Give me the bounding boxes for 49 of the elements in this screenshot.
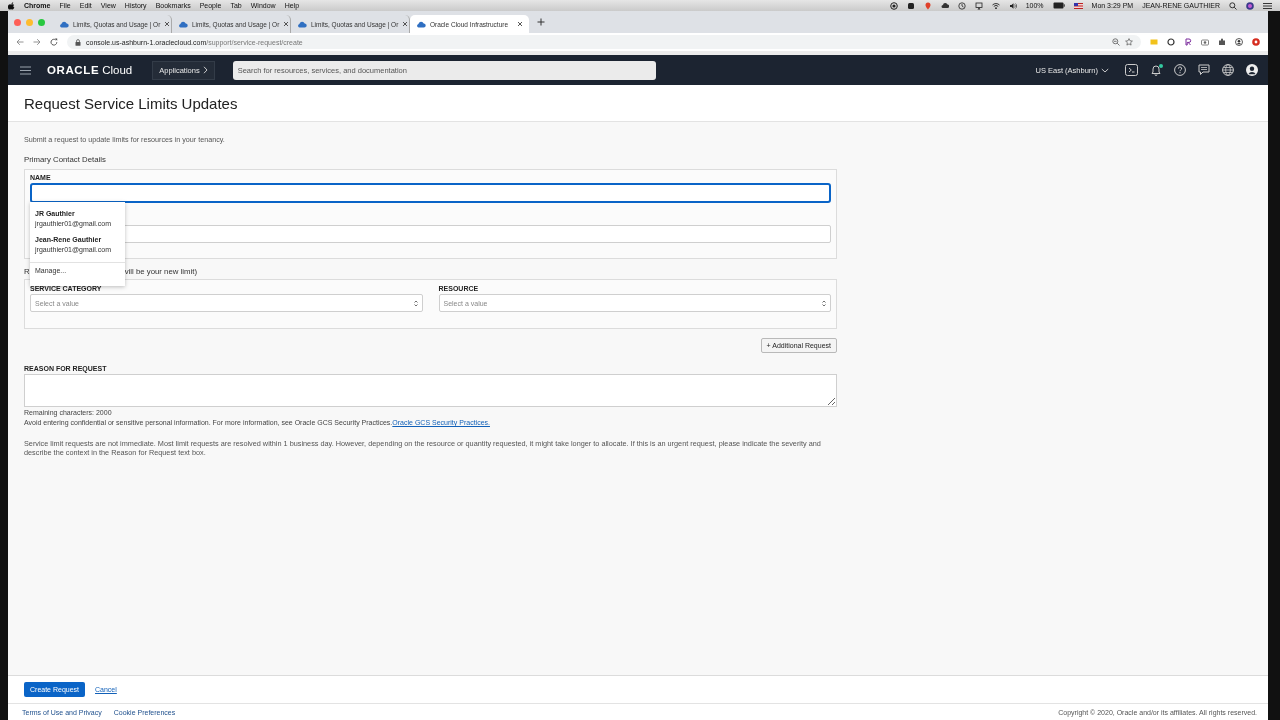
puzzle-icon[interactable] bbox=[1218, 38, 1226, 46]
cloud-icon bbox=[59, 20, 69, 28]
pin-icon[interactable] bbox=[923, 1, 932, 10]
oracle-cloud-logo[interactable]: ORACLE Cloud bbox=[47, 64, 133, 76]
new-tab-icon[interactable] bbox=[537, 18, 545, 26]
reason-field[interactable] bbox=[24, 374, 837, 407]
up-down-icon bbox=[413, 299, 418, 307]
forward-icon[interactable] bbox=[33, 38, 41, 46]
circle-icon[interactable] bbox=[1167, 38, 1175, 46]
star-icon[interactable] bbox=[1125, 38, 1133, 46]
lock-icon bbox=[75, 38, 81, 46]
close-icon[interactable] bbox=[164, 21, 171, 27]
zoom-icon[interactable] bbox=[1112, 38, 1120, 46]
back-icon[interactable] bbox=[16, 38, 24, 46]
clock-icon[interactable] bbox=[957, 1, 966, 10]
user-icon[interactable] bbox=[1246, 64, 1258, 76]
cloud-icon bbox=[416, 20, 426, 28]
extension-icon[interactable] bbox=[1184, 38, 1192, 46]
profile-icon[interactable] bbox=[1235, 38, 1243, 46]
globe-icon[interactable] bbox=[1222, 64, 1234, 76]
record-icon[interactable] bbox=[889, 1, 898, 10]
menu-icon[interactable] bbox=[20, 65, 31, 75]
list-icon[interactable] bbox=[1263, 1, 1272, 10]
page-title: Request Service Limits Updates bbox=[24, 94, 238, 112]
screen-icon[interactable] bbox=[906, 1, 915, 10]
apple-icon bbox=[8, 1, 15, 10]
close-icon[interactable] bbox=[517, 21, 523, 27]
siri-icon[interactable] bbox=[1246, 1, 1254, 10]
cloud-icon bbox=[297, 20, 307, 28]
search-icon[interactable] bbox=[1229, 1, 1237, 10]
chevron-right-icon bbox=[202, 66, 208, 74]
cloud-status-icon[interactable] bbox=[940, 1, 949, 10]
display-icon[interactable] bbox=[974, 1, 983, 10]
close-icon[interactable] bbox=[283, 21, 290, 27]
battery-icon[interactable] bbox=[1052, 2, 1065, 9]
help-icon[interactable] bbox=[1174, 64, 1186, 76]
bell-icon[interactable] bbox=[1150, 64, 1162, 76]
wifi-icon[interactable] bbox=[991, 1, 1000, 10]
terminal-icon[interactable] bbox=[1125, 64, 1138, 76]
name-field[interactable] bbox=[30, 183, 831, 203]
reload-icon[interactable] bbox=[50, 38, 58, 46]
cloud-icon bbox=[178, 20, 188, 28]
up-down-icon bbox=[822, 299, 826, 307]
camera-icon[interactable] bbox=[1201, 38, 1209, 46]
chat-icon[interactable] bbox=[1198, 64, 1210, 76]
speaker-icon[interactable] bbox=[1008, 1, 1017, 10]
close-icon[interactable] bbox=[402, 21, 409, 27]
chevron-down-icon bbox=[1101, 67, 1109, 73]
flag-icon[interactable] bbox=[1073, 2, 1083, 9]
